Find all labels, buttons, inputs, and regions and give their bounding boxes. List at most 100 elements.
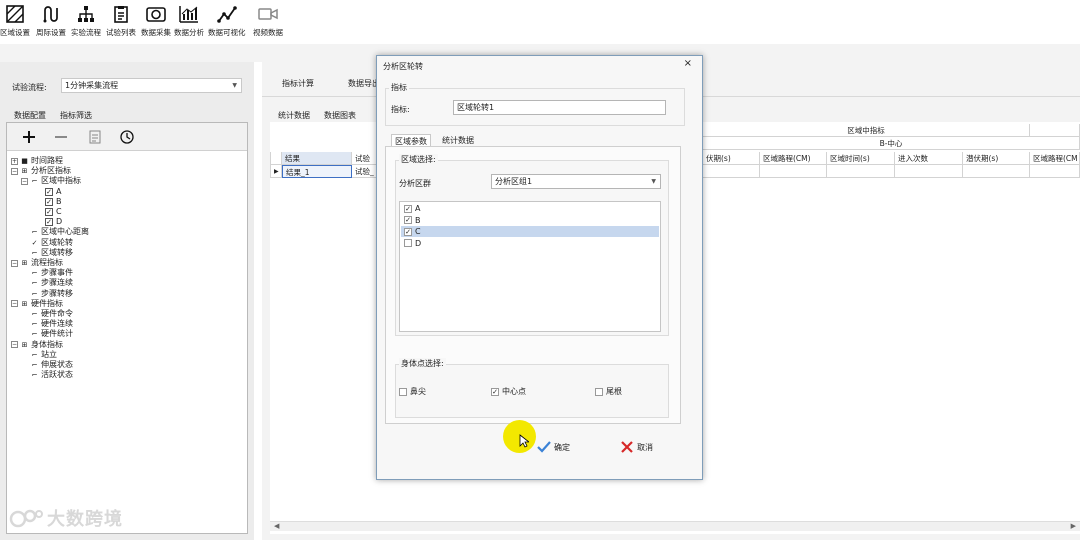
document-icon[interactable] (85, 127, 105, 147)
toolbar-button[interactable]: 数据分析 (174, 2, 204, 38)
tree-item[interactable]: ✓ B (45, 197, 62, 207)
table-cell[interactable] (963, 165, 1030, 178)
tree-item[interactable]: ⌐ 区域转移 (21, 248, 73, 258)
metric-group-title: 指标 (389, 82, 409, 93)
column-header[interactable]: 潜伏期(s) (963, 152, 1030, 165)
body-point-option[interactable]: ✓ 中心点 (491, 386, 526, 397)
collapse-icon[interactable]: − (11, 259, 18, 267)
toolbar-button[interactable]: 数据可视化 (208, 2, 246, 38)
group-header-next (1030, 124, 1080, 137)
table-cell[interactable] (1030, 165, 1080, 178)
table-cell[interactable] (895, 165, 963, 178)
horizontal-scrollbar[interactable]: ◀ ▶ (270, 521, 1080, 531)
tab-metric-calc[interactable]: 指标计算 (282, 78, 314, 89)
cluster-select[interactable]: 分析区组1 ▼ (491, 174, 661, 189)
toolbar-button[interactable]: 区域设置 (0, 2, 30, 38)
tab-data-charts[interactable]: 数据图表 (324, 110, 356, 121)
collapse-icon[interactable]: − (11, 341, 18, 349)
table-cell[interactable] (827, 165, 895, 178)
region-item[interactable]: ✓ C (401, 226, 659, 237)
tree-item[interactable]: ⌐ 硬件命令 (21, 309, 73, 319)
tree-item[interactable]: ✓ C (45, 207, 62, 217)
camera-icon (144, 2, 168, 26)
checkbox[interactable] (404, 239, 412, 247)
tree-item[interactable]: − ⊞ 分析区指标 (11, 166, 71, 176)
toolbar-button[interactable]: 周际设置 (36, 2, 66, 38)
toolbar-button[interactable]: 实验流程 (71, 2, 101, 38)
flow-select[interactable]: 1分钟采集流程 ▼ (61, 78, 242, 93)
checkbox[interactable] (399, 387, 407, 396)
region-item[interactable]: D (401, 238, 659, 249)
cancel-button[interactable]: 取消 (621, 441, 653, 453)
tree-item[interactable]: − ⊞ 硬件指标 (11, 299, 63, 309)
collapse-icon[interactable]: − (11, 300, 18, 308)
tree-item-label: A (56, 186, 62, 196)
tree-item[interactable]: ⌐ 硬件连续 (21, 319, 73, 329)
tree-item[interactable]: − ⌐ 区域中指标 (21, 176, 81, 186)
tree-item[interactable]: ⌐ 步骤连续 (21, 278, 73, 288)
body-point-option[interactable]: 尾根 (595, 386, 622, 397)
checkbox[interactable]: ✓ (45, 218, 53, 227)
collapse-icon[interactable]: − (21, 177, 28, 185)
column-header[interactable]: 区域路程(CM) (760, 152, 827, 165)
scroll-right-icon[interactable]: ▶ (1071, 522, 1076, 530)
column-header[interactable]: 区域时间(s) (827, 152, 895, 165)
collapse-icon[interactable]: − (11, 167, 18, 175)
table-cell-result[interactable]: 结果_1 (282, 165, 352, 178)
clock-icon[interactable] (117, 127, 137, 147)
tree-item[interactable]: ✓ D (45, 217, 62, 227)
tree-item[interactable]: ⌐ 区域中心距离 (21, 227, 89, 237)
body-point-option[interactable]: 鼻尖 (399, 386, 426, 397)
tree-item[interactable]: ⌐ 伸展状态 (21, 360, 73, 370)
add-icon[interactable] (19, 127, 39, 147)
close-icon[interactable]: × (684, 58, 692, 69)
tree-item[interactable]: ⌐ 站立 (21, 350, 57, 360)
tab-data-config[interactable]: 数据配置 (14, 110, 46, 121)
column-header[interactable]: 区域路程(CM (1030, 152, 1080, 165)
region-checklist: ✓ A ✓ B ✓ C D (399, 201, 661, 332)
region-item[interactable]: ✓ A (401, 203, 659, 214)
region-item[interactable]: ✓ B (401, 215, 659, 226)
checkbox[interactable]: ✓ (404, 216, 412, 224)
tree-item[interactable]: ✓ A (45, 187, 61, 197)
watermark-logo (9, 509, 43, 528)
toolbar-button[interactable]: 试验列表 (106, 2, 136, 38)
table-cell[interactable] (760, 165, 827, 178)
column-header[interactable]: 伏期(s) (703, 152, 760, 165)
scroll-left-icon[interactable]: ◀ (274, 522, 279, 530)
column-header[interactable]: 进入次数 (895, 152, 963, 165)
checkbox[interactable]: ✓ (404, 227, 412, 236)
ok-button[interactable]: 确定 (537, 441, 570, 453)
checkbox[interactable] (595, 387, 603, 396)
tree-item-label: 硬件连续 (41, 319, 73, 329)
checkbox[interactable]: ✓ (45, 208, 53, 216)
toolbar-button[interactable]: 视频数据 (253, 2, 283, 38)
grid-icon: ⊞ (21, 167, 28, 176)
tree-item-label: 区域中心距离 (41, 227, 89, 237)
checkbox[interactable]: ✓ (491, 387, 499, 396)
table-cell[interactable] (703, 165, 760, 178)
tree-item[interactable]: + ■ 时间路程 (11, 156, 63, 166)
tree-item[interactable]: ⌐ 硬件统计 (21, 329, 73, 339)
checkbox[interactable]: ✓ (404, 204, 412, 213)
checkbox[interactable]: ✓ (45, 187, 53, 196)
checkbox[interactable]: ✓ (45, 197, 53, 206)
body-point-title: 身体点选择: (399, 358, 446, 369)
doc-icon: ⌐ (31, 248, 38, 257)
column-header-result[interactable]: 结果 (282, 152, 352, 165)
body-point-label: 尾根 (606, 387, 622, 396)
remove-icon[interactable] (51, 127, 71, 147)
toolbar-button-label: 区域设置 (0, 28, 30, 37)
tree-item[interactable]: ⌐ 步骤转移 (21, 289, 73, 299)
tree-item[interactable]: − ⊞ 流程指标 (11, 258, 63, 268)
tree-item[interactable]: ✓ 区域轮转 (21, 238, 73, 248)
metric-name-input[interactable]: 区域轮转1 (453, 100, 666, 115)
tree-item[interactable]: − ⊞ 身体指标 (11, 340, 63, 350)
tree-item-label: 流程指标 (31, 258, 63, 267)
toolbar-button[interactable]: 数据采集 (141, 2, 171, 38)
tree-item[interactable]: ⌐ 活跃状态 (21, 370, 73, 380)
tree-item-label: 区域转移 (41, 247, 73, 257)
tree-item[interactable]: ⌐ 步骤事件 (21, 268, 73, 278)
expand-icon[interactable]: + (11, 157, 18, 165)
tick-icon: ✓ (31, 238, 38, 247)
